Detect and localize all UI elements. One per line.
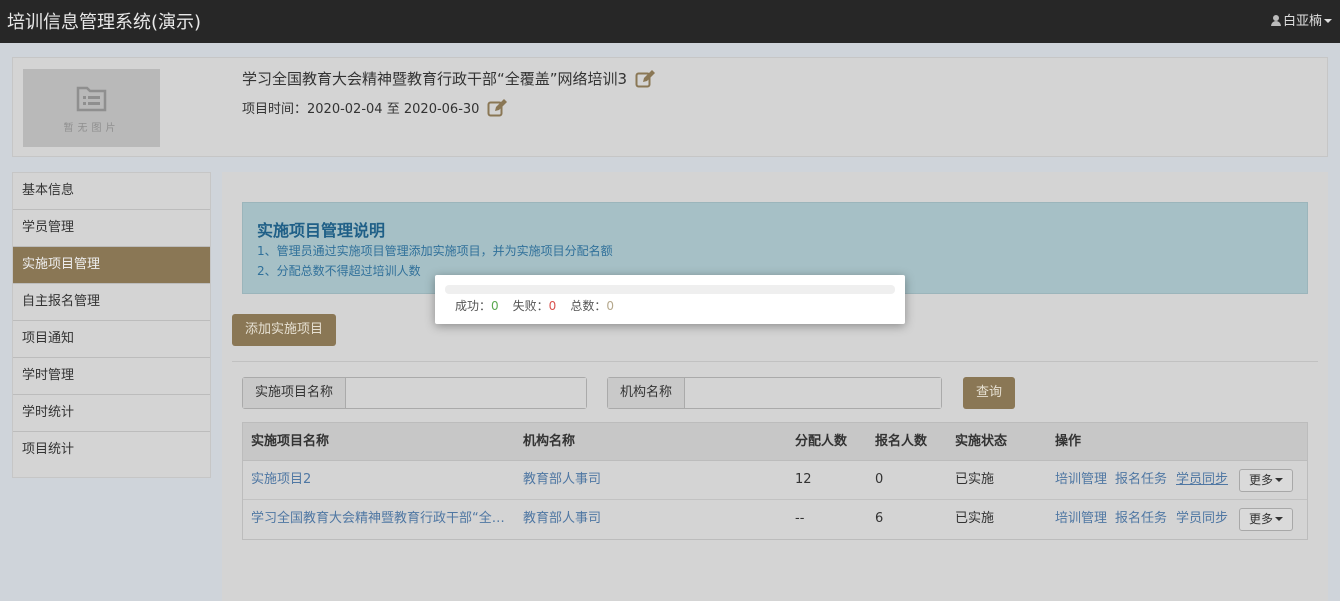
no-image-label: 暂无图片 — [63, 123, 120, 134]
org-name-input[interactable] — [685, 378, 941, 408]
project-end-date: 2020-06-30 — [403, 102, 480, 117]
project-time: 项目时间：2020-02-04 至 2020-06-30 — [242, 98, 508, 117]
row-allocated: -- — [795, 511, 805, 526]
org-name-filter-label: 机构名称 — [608, 378, 686, 408]
sidebar-item-implementation-projects[interactable]: 实施项目管理 — [13, 247, 210, 284]
app-title[interactable]: 培训信息管理系统(演示) — [7, 8, 201, 34]
user-icon — [1270, 15, 1281, 26]
org-name-filter: 机构名称 — [607, 377, 942, 409]
table-header: 实施项目名称 机构名称 分配人数 报名人数 实施状态 操作 — [243, 423, 1307, 461]
row-org-name-link[interactable]: 教育部人事司 — [523, 461, 601, 499]
header-project-name: 实施项目名称 — [251, 434, 330, 449]
instructions-line: 2、分配总数不得超过培训人数 — [257, 264, 421, 278]
row-status: 已实施 — [955, 472, 995, 487]
progress-stats: 成功：0 失败：0 总数：0 — [455, 297, 614, 314]
row-status: 已实施 — [955, 511, 995, 526]
more-label: 更多 — [1248, 512, 1273, 526]
top-navbar: 培训信息管理系统(演示) 白亚楠 — [0, 0, 1340, 43]
project-title: 学习全国教育大会精神暨教育行政干部“全覆盖”网络培训3 — [242, 68, 656, 89]
success-count: 0 — [491, 299, 499, 313]
sidebar-item-student-management[interactable]: 学员管理 — [13, 210, 210, 247]
caret-down-icon — [1275, 478, 1283, 482]
instructions-title: 实施项目管理说明 — [257, 221, 386, 240]
sidebar-item-credit-statistics[interactable]: 学时统计 — [13, 395, 210, 432]
add-implementation-project-button[interactable]: 添加实施项目 — [232, 314, 336, 346]
project-title-text: 学习全国教育大会精神暨教育行政干部“全覆盖”网络培训3 — [242, 70, 628, 88]
project-name-filter: 实施项目名称 — [242, 377, 587, 409]
student-sync-link[interactable]: 学员同步 — [1176, 500, 1228, 539]
sidebar-item-basic-info[interactable]: 基本信息 — [13, 173, 210, 210]
sidebar-item-credit-hours[interactable]: 学时管理 — [13, 358, 210, 395]
fail-count: 0 — [548, 299, 557, 313]
user-name: 白亚楠 — [1282, 14, 1322, 29]
total-count: 0 — [606, 299, 614, 313]
student-sync-link[interactable]: 学员同步 — [1176, 461, 1228, 499]
table-row: 实施项目2 教育部人事司 12 0 已实施 培训管理 报名任务 学员同步 更多 — [243, 461, 1307, 500]
training-management-link[interactable]: 培训管理 — [1055, 500, 1107, 539]
row-org-name-link[interactable]: 教育部人事司 — [523, 500, 601, 539]
edit-time-icon[interactable] — [487, 99, 508, 117]
query-button[interactable]: 查询 — [963, 377, 1015, 409]
folder-list-icon — [76, 86, 107, 112]
row-allocated: 12 — [795, 472, 812, 487]
caret-down-icon — [1275, 517, 1283, 521]
header-actions: 操作 — [1055, 434, 1082, 449]
implementation-projects-table: 实施项目名称 机构名称 分配人数 报名人数 实施状态 操作 实施项目2 教育部人… — [242, 422, 1308, 540]
main-content: 实施项目管理说明 1、管理员通过实施项目管理添加实施项目，并为实施项目分配名额 … — [222, 172, 1328, 601]
header-status: 实施状态 — [955, 434, 1008, 449]
user-menu[interactable]: 白亚楠 — [1270, 10, 1332, 29]
project-time-label: 项目时间： — [242, 102, 308, 117]
success-label: 成功： — [455, 299, 492, 313]
more-dropdown-button[interactable]: 更多 — [1239, 469, 1293, 492]
sidebar-item-project-statistics[interactable]: 项目统计 — [13, 432, 210, 469]
row-project-name-link[interactable]: 实施项目2 — [251, 461, 513, 499]
project-header: 暂无图片 学习全国教育大会精神暨教育行政干部“全覆盖”网络培训3 项目时间：20… — [12, 57, 1328, 157]
progress-dialog: 成功：0 失败：0 总数：0 — [435, 275, 905, 324]
project-name-input[interactable] — [346, 378, 586, 408]
row-project-name-link[interactable]: 学习全国教育大会精神暨教育行政干部“全… — [251, 500, 513, 539]
project-date-separator: 至 — [386, 102, 400, 117]
sidebar-nav: 基本信息 学员管理 实施项目管理 自主报名管理 项目通知 学时管理 学时统计 项… — [12, 172, 211, 478]
table-row: 学习全国教育大会精神暨教育行政干部“全… 教育部人事司 -- 6 已实施 培训管… — [243, 500, 1307, 539]
edit-title-icon[interactable] — [635, 70, 656, 88]
caret-down-icon — [1324, 19, 1332, 23]
more-label: 更多 — [1248, 473, 1273, 487]
total-label: 总数： — [570, 299, 607, 313]
row-enrolled: 6 — [875, 511, 884, 526]
registration-task-link[interactable]: 报名任务 — [1115, 500, 1167, 539]
header-org-name: 机构名称 — [523, 434, 576, 449]
fail-label: 失败： — [512, 299, 549, 313]
row-enrolled: 0 — [875, 472, 884, 487]
instructions-line: 1、管理员通过实施项目管理添加实施项目，并为实施项目分配名额 — [257, 244, 613, 258]
project-thumbnail: 暂无图片 — [23, 69, 160, 147]
project-name-filter-label: 实施项目名称 — [243, 378, 347, 408]
project-start-date: 2020-02-04 — [307, 102, 383, 117]
sidebar-item-self-registration[interactable]: 自主报名管理 — [13, 284, 210, 321]
header-enrolled: 报名人数 — [875, 434, 928, 449]
registration-task-link[interactable]: 报名任务 — [1115, 461, 1167, 499]
sidebar-item-project-notice[interactable]: 项目通知 — [13, 321, 210, 358]
more-dropdown-button[interactable]: 更多 — [1239, 508, 1293, 531]
training-management-link[interactable]: 培训管理 — [1055, 461, 1107, 499]
divider — [232, 361, 1318, 362]
header-allocated: 分配人数 — [795, 434, 848, 449]
progress-bar — [445, 285, 895, 294]
